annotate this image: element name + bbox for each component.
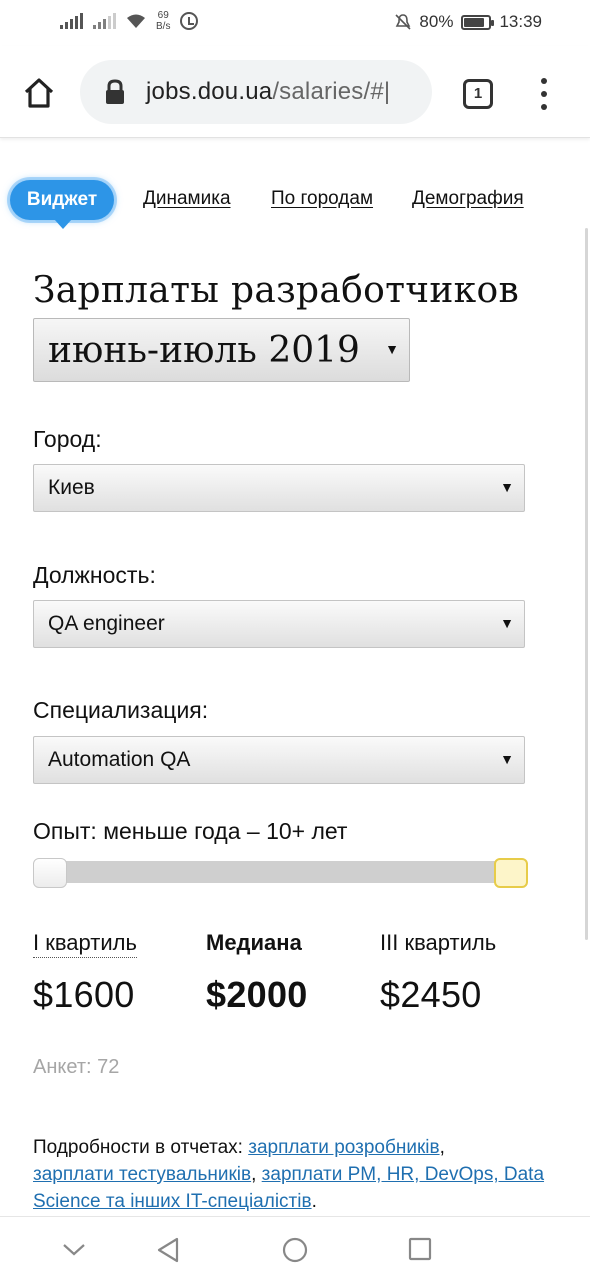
net-speed-value: 69 bbox=[157, 10, 169, 21]
section-nav: Виджет Динамика По городам Демография bbox=[10, 178, 570, 229]
position-label: Должность: bbox=[33, 562, 156, 588]
address-bar[interactable]: jobs.dou.ua/salaries/#| bbox=[80, 60, 432, 124]
city-label: Город: bbox=[33, 426, 102, 452]
battery-percent: 80% bbox=[419, 12, 454, 31]
experience-label: Опыт: меньше года – 10+ лет bbox=[33, 818, 348, 844]
link-dev-salaries[interactable]: зарплати розробників bbox=[248, 1137, 439, 1158]
period-value: июнь-июль 2019 bbox=[48, 329, 360, 371]
position-select[interactable]: QA engineer ▼ bbox=[33, 600, 525, 648]
reports-sep-2: , bbox=[251, 1164, 262, 1185]
q1-label[interactable]: I квартиль bbox=[33, 930, 137, 958]
dropdown-arrow-icon: ▼ bbox=[500, 615, 514, 631]
position-value: QA engineer bbox=[48, 612, 165, 635]
median-value: $2000 bbox=[206, 974, 308, 1015]
alarm-icon bbox=[180, 12, 199, 30]
signal-icon bbox=[60, 13, 83, 29]
q3-block: III квартиль $2450 bbox=[380, 930, 496, 1016]
status-left: 69 B/s bbox=[60, 10, 199, 32]
home-icon[interactable] bbox=[22, 76, 56, 110]
specialization-label: Специализация: bbox=[33, 697, 209, 723]
city-select[interactable]: Киев ▼ bbox=[33, 464, 525, 512]
url-path: /salaries/#| bbox=[272, 78, 391, 105]
net-speed: 69 B/s bbox=[156, 10, 170, 32]
home-nav-icon[interactable] bbox=[282, 1237, 308, 1263]
system-nav-bar bbox=[0, 1216, 590, 1280]
slider-handle-min[interactable] bbox=[33, 858, 67, 888]
status-bar: 69 B/s 80% 13:39 bbox=[0, 0, 590, 46]
reports-suffix: . bbox=[311, 1191, 317, 1212]
lock-icon bbox=[106, 79, 124, 104]
q3-label: III квартиль bbox=[380, 930, 497, 955]
median-block: Медиана $2000 bbox=[206, 930, 308, 1016]
battery-icon bbox=[461, 14, 495, 30]
period-select[interactable]: июнь-июль 2019 ▼ bbox=[33, 318, 410, 382]
clock: 13:39 bbox=[499, 12, 542, 31]
slider-track[interactable] bbox=[33, 861, 527, 883]
dropdown-arrow-icon: ▼ bbox=[500, 751, 514, 767]
dropdown-arrow-icon: ▼ bbox=[385, 341, 399, 357]
tab-dynamics[interactable]: Динамика bbox=[143, 188, 231, 210]
link-qa-salaries[interactable]: зарплати тестувальників bbox=[33, 1164, 251, 1185]
city-value: Киев bbox=[48, 476, 95, 499]
reports-prefix: Подробности в отчетах: bbox=[33, 1137, 249, 1158]
collapse-down-icon[interactable] bbox=[62, 1243, 86, 1257]
bell-off-icon bbox=[395, 14, 411, 30]
overflow-menu-icon[interactable] bbox=[537, 78, 551, 110]
signal-icon-2 bbox=[93, 13, 116, 29]
status-right: 80% 13:39 bbox=[395, 12, 542, 32]
specialization-value: Automation QA bbox=[48, 748, 191, 771]
tabs-button[interactable]: 1 bbox=[463, 79, 493, 109]
survey-count: Анкет: 72 bbox=[33, 1056, 120, 1078]
reports-paragraph: Подробности в отчетах: зарплати розробни… bbox=[33, 1134, 563, 1215]
page-title: Зарплаты разработчиков bbox=[33, 270, 520, 311]
reports-sep-1: , bbox=[439, 1137, 445, 1158]
browser-toolbar: jobs.dou.ua/salaries/#| 1 bbox=[0, 46, 590, 138]
wifi-icon bbox=[127, 14, 145, 28]
dropdown-arrow-icon: ▼ bbox=[500, 479, 514, 495]
tab-by-cities[interactable]: По городам bbox=[271, 188, 373, 210]
specialization-select[interactable]: Automation QA ▼ bbox=[33, 736, 525, 784]
experience-slider[interactable] bbox=[33, 858, 528, 888]
net-speed-unit: B/s bbox=[156, 21, 171, 32]
page-scrollbar[interactable] bbox=[585, 228, 588, 940]
recents-icon[interactable] bbox=[408, 1237, 432, 1261]
back-icon[interactable] bbox=[156, 1237, 180, 1263]
q1-value: $1600 bbox=[33, 974, 135, 1015]
url-text: jobs.dou.ua/salaries/#| bbox=[146, 78, 390, 106]
median-label: Медиана bbox=[206, 930, 302, 955]
slider-handle-max[interactable] bbox=[494, 858, 528, 888]
tab-demography[interactable]: Демография bbox=[412, 188, 524, 210]
tab-widget[interactable]: Виджет bbox=[10, 180, 114, 229]
q1-block: I квартиль $1600 bbox=[33, 930, 137, 1016]
url-host: jobs.dou.ua bbox=[146, 78, 273, 105]
q3-value: $2450 bbox=[380, 974, 482, 1015]
